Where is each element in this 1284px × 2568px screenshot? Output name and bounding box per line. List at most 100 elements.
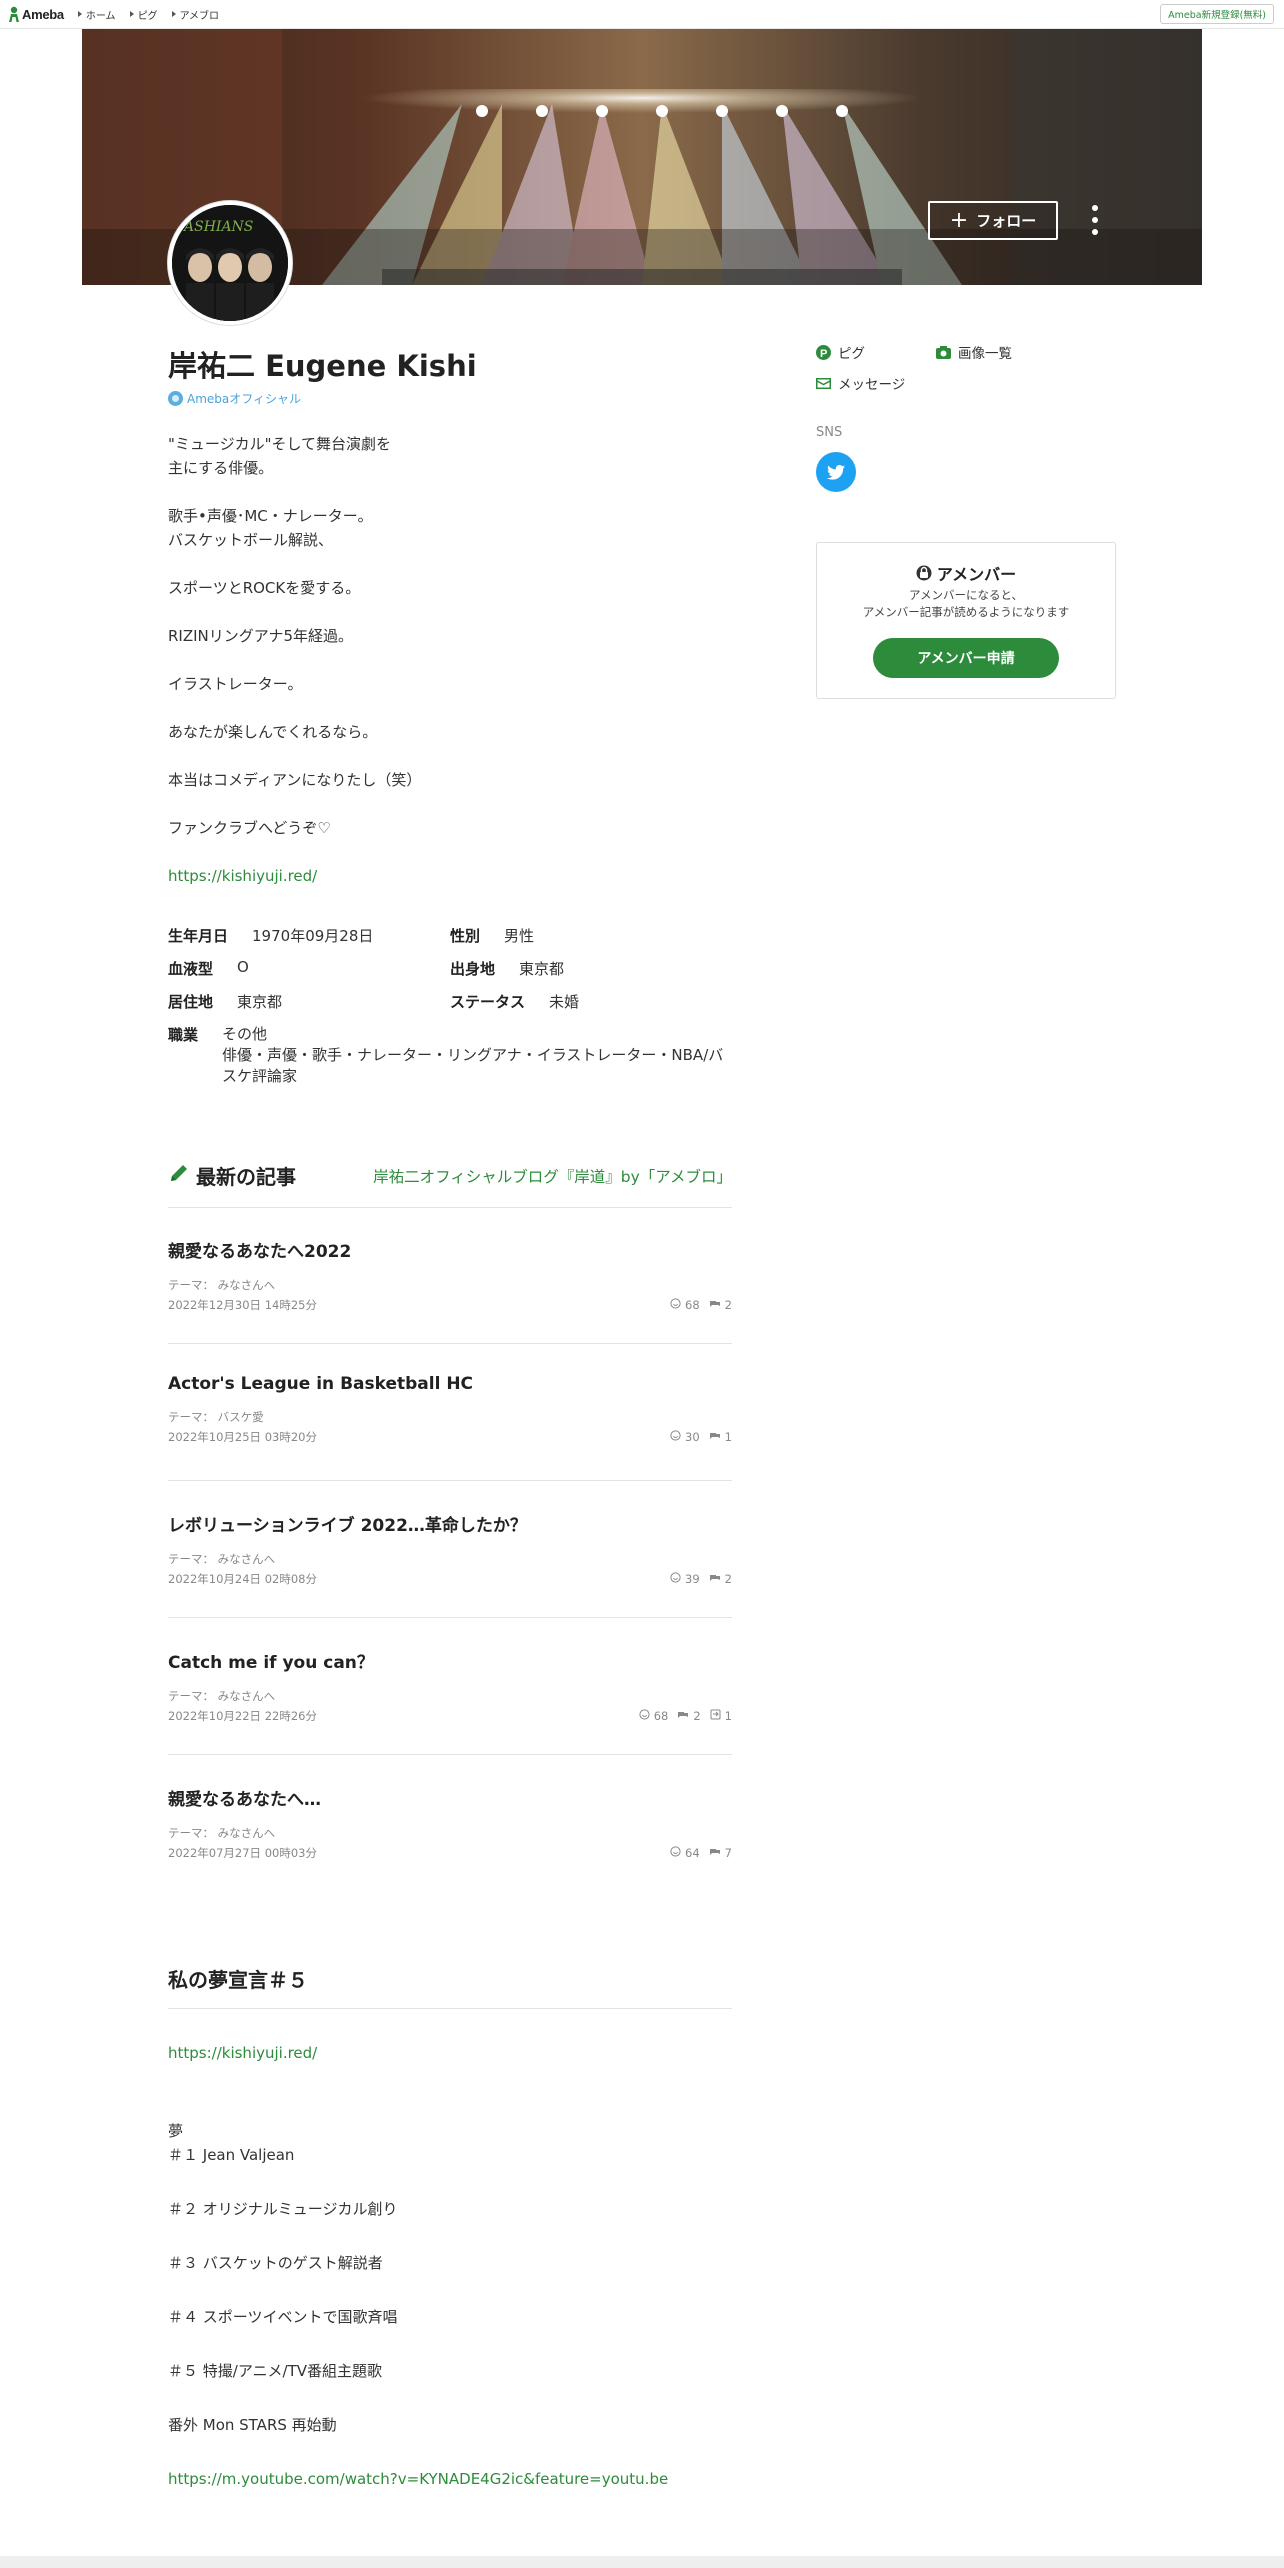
smile-icon	[670, 1572, 685, 1586]
ameba-logo-icon	[8, 6, 20, 23]
sidebar-link-message[interactable]: メッセージ	[816, 373, 905, 393]
reblogs-count: 1	[724, 1709, 732, 1723]
likes-stat: 68	[670, 1298, 700, 1312]
twitter-button[interactable]	[816, 452, 856, 492]
divider	[168, 1343, 732, 1344]
blog-top-link[interactable]: 岸祐二オフィシャルブログ『岸道』by「アメブロ」	[373, 1165, 732, 1187]
follow-button[interactable]: + フォロー	[928, 201, 1058, 240]
job-label: 職業	[168, 1026, 199, 1044]
nav-pigg-label: ピグ	[137, 10, 158, 22]
reblog-icon	[710, 1709, 725, 1723]
envelope-icon	[816, 377, 831, 389]
sidebar-link-label: メッセージ	[838, 377, 906, 393]
article-title[interactable]: レボリューションライブ 2022…革命したか？	[168, 1511, 732, 1536]
article-title[interactable]: Catch me if you can？	[168, 1648, 732, 1673]
official-badge-label: Amebaオフィシャル	[187, 392, 302, 406]
reblogs-stat: 1	[710, 1709, 732, 1723]
footer-band	[0, 2556, 1284, 2568]
official-badge[interactable]: Amebaオフィシャル	[168, 390, 301, 407]
likes-stat: 39	[670, 1572, 700, 1586]
article-stats: 68 2 1	[630, 1708, 732, 1724]
comments-stat: 2	[709, 1572, 732, 1586]
bio-paragraph: 本当はコメディアンになりたし（笑）	[168, 771, 422, 789]
nav-ameblo-label: アメブロ	[179, 10, 220, 22]
article-title[interactable]: 親愛なるあなたへ…	[168, 1785, 732, 1810]
comments-count: 2	[724, 1298, 732, 1312]
blood-type-label: 血液型	[168, 960, 214, 978]
comments-stat: 7	[709, 1846, 732, 1860]
pencil-icon	[168, 1162, 190, 1189]
comment-icon	[709, 1430, 725, 1444]
residence-label: 居住地	[168, 993, 214, 1011]
article-item[interactable]: Actor's League in Basketball HC テーマ： バスケ愛…	[168, 1374, 732, 1445]
global-nav: ホーム ピグ アメブロ	[77, 7, 233, 22]
more-menu-button[interactable]	[1088, 205, 1102, 235]
bio-paragraph: あなたが楽しんでくれるなら。	[168, 723, 378, 741]
youtube-link[interactable]: https://m.youtube.com/watch?v=KYNADE4G2i…	[168, 2467, 768, 2491]
ameba-official-icon	[168, 391, 183, 406]
article-item[interactable]: 親愛なるあなたへ2022 テーマ： みなさんへ 2022年12月30日 14時25分…	[168, 1237, 732, 1313]
featured-link[interactable]: https://kishiyuji.red/	[168, 2041, 768, 2065]
article-item[interactable]: Catch me if you can？ テーマ： みなさんへ 2022年10月22…	[168, 1648, 732, 1724]
sidebar-link-images[interactable]: 画像一覧	[936, 342, 1012, 362]
camera-icon	[936, 345, 951, 359]
nav-home[interactable]: ホーム	[77, 7, 116, 22]
nav-ameblo[interactable]: アメブロ	[171, 7, 220, 22]
profile-info-table: 生年月日 1970年09月28日 性別 男性 血液型 O 出身地 東京都 居住地 東京都 …	[168, 925, 733, 1087]
comments-count: 1	[724, 1430, 732, 1444]
article-title[interactable]: 親愛なるあなたへ2022	[168, 1237, 732, 1262]
dot-icon	[1092, 217, 1098, 223]
article-date: 2022年12月30日 14時25分	[168, 1298, 317, 1312]
article-theme[interactable]: テーマ： みなさんへ	[168, 1688, 732, 1704]
article-title[interactable]: Actor's League in Basketball HC	[168, 1374, 732, 1394]
triangle-icon	[77, 11, 82, 17]
profile-avatar[interactable]: ASHIANS	[168, 201, 292, 325]
article-stats: 64 7	[661, 1845, 732, 1861]
article-item[interactable]: 親愛なるあなたへ… テーマ： みなさんへ 2022年07月27日 00時03分 64 7	[168, 1785, 732, 1861]
comments-count: 2	[724, 1572, 732, 1586]
article-stats: 68 2	[661, 1297, 732, 1313]
job-detail: 俳優・声優・歌手・ナレーター・リングアナ・イラストレーター・NBA/バスケ評論家	[222, 1046, 724, 1085]
article-date: 2022年07月27日 00時03分	[168, 1846, 317, 1860]
job-category: その他	[222, 1025, 268, 1043]
ameba-logo[interactable]: Ameba	[8, 6, 64, 23]
amember-description: アメンバーになると、 アメンバー記事が読めるようになります	[862, 588, 1070, 619]
signup-button[interactable]: Ameba新規登録(無料)	[1160, 4, 1274, 24]
article-stats: 30 1	[661, 1429, 732, 1445]
comments-stat: 2	[677, 1709, 701, 1723]
divider	[168, 2008, 732, 2009]
article-item[interactable]: レボリューションライブ 2022…革命したか？ テーマ： みなさんへ 2022年10…	[168, 1511, 732, 1587]
status-value: 未婚	[549, 993, 580, 1011]
status-label: ステータス	[450, 993, 526, 1011]
nav-pigg[interactable]: ピグ	[129, 7, 158, 22]
bio-paragraph: RIZINリングアナ5年経過。	[168, 627, 354, 645]
sidebar-link-label: ピグ	[838, 346, 865, 362]
birthplace-value: 東京都	[519, 960, 565, 978]
profile-bio: "ミュージカル"そして舞台演劇を 主にする俳優。 歌手•声優･MC・ナレーター。…	[168, 432, 728, 912]
featured-line: ＃４ スポーツイベントで国歌斉唱	[168, 2308, 398, 2326]
ameba-logo-text: Ameba	[22, 6, 64, 22]
article-theme[interactable]: テーマ： バスケ愛	[168, 1409, 732, 1425]
comment-icon	[709, 1572, 725, 1586]
bio-link[interactable]: https://kishiyuji.red/	[168, 867, 317, 885]
pigg-icon: P	[816, 344, 831, 360]
gender-value: 男性	[504, 927, 535, 945]
likes-stat: 68	[639, 1709, 668, 1723]
article-date: 2022年10月24日 02時08分	[168, 1572, 317, 1586]
featured-line: ＃２ オリジナルミュージカル創り	[168, 2200, 398, 2218]
divider	[168, 1754, 732, 1755]
article-theme[interactable]: テーマ： みなさんへ	[168, 1277, 732, 1293]
sidebar-link-pigg[interactable]: P ピグ	[816, 342, 865, 362]
bio-paragraph: スポーツとROCKを愛する。	[168, 579, 361, 597]
comments-stat: 1	[709, 1430, 732, 1444]
amember-apply-button[interactable]: アメンバー申請	[873, 638, 1059, 678]
article-theme[interactable]: テーマ： みなさんへ	[168, 1551, 732, 1567]
article-theme[interactable]: テーマ： みなさんへ	[168, 1825, 732, 1841]
svg-text:P: P	[820, 348, 827, 360]
global-header: Ameba ホーム ピグ アメブロ Ameba新規登録(無料)	[0, 0, 1284, 29]
likes-count: 30	[685, 1430, 700, 1444]
comments-count: 7	[724, 1846, 732, 1860]
smile-icon	[639, 1709, 654, 1723]
nav-home-label: ホーム	[85, 10, 116, 22]
amember-box: アメンバー アメンバーになると、 アメンバー記事が読めるようになります アメンバ…	[816, 542, 1116, 699]
